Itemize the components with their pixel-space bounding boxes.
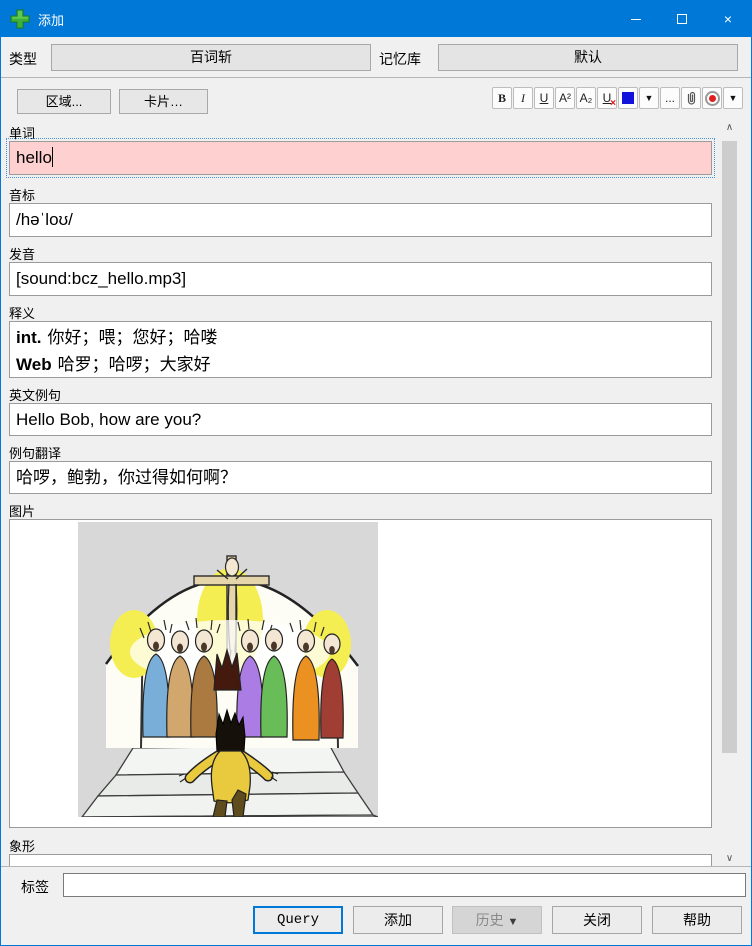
chevron-up-icon: ∧ — [726, 122, 733, 133]
attach-media-button[interactable] — [681, 87, 701, 109]
field-word-input[interactable]: hello — [9, 141, 712, 175]
scrollbar-thumb[interactable] — [722, 141, 737, 753]
fields-button[interactable]: 区域... — [17, 89, 111, 114]
history-button[interactable]: 历史 ▼ — [452, 906, 542, 934]
church-crowd-illustration — [78, 522, 378, 817]
tags-input[interactable] — [63, 873, 746, 897]
tools-row: 区域... 卡片… B I U A² A₂ U × ▼ ... ▼ — [1, 78, 751, 119]
tags-label: 标签 — [21, 877, 49, 897]
underline-button[interactable]: U — [534, 87, 554, 109]
titlebar: 添加 × — [1, 1, 751, 37]
media-dropdown-button[interactable]: ▼ — [723, 87, 743, 109]
add-note-dialog: 添加 × 类型 百词斩 记忆库 默认 区域... 卡片… B I U A² A₂… — [0, 0, 752, 946]
bottom-panel: 标签 Query 添加 历史 ▼ 关闭 帮助 — [1, 868, 751, 946]
record-icon — [705, 91, 720, 106]
window-title: 添加 — [38, 10, 64, 29]
field-meaning-input[interactable]: int. 你好；喂；您好；哈喽 Web 哈罗；哈啰；大家好 — [9, 321, 712, 378]
meaning-text-2: 哈罗；哈啰；大家好 — [58, 355, 211, 374]
clear-formatting-button[interactable]: U × — [597, 87, 617, 109]
pos-tag: int. — [16, 328, 42, 347]
field-translation-input[interactable]: 哈啰，鲍勃，你过得如何啊？ — [9, 461, 712, 494]
chevron-down-icon: ▼ — [508, 916, 519, 928]
selector-row: 类型 百词斩 记忆库 默认 — [1, 38, 751, 77]
note-fields-area: 单词 hello 音标 /həˈloʊ/ 发音 [sound:bcz_hello… — [1, 119, 751, 867]
bold-button[interactable]: B — [492, 87, 512, 109]
anki-plus-icon — [10, 9, 30, 29]
cards-button[interactable]: 卡片… — [119, 89, 208, 114]
deck-label: 记忆库 — [379, 49, 421, 69]
maximize-icon — [677, 14, 687, 24]
field-pictograph-input[interactable] — [9, 854, 712, 867]
query-button[interactable]: Query — [253, 906, 343, 934]
field-label-sound: 发音 — [9, 244, 35, 263]
color-picker-button[interactable]: ▼ — [639, 87, 659, 109]
text-cursor — [52, 147, 53, 167]
close-button[interactable]: × — [705, 1, 751, 37]
chevron-down-icon: ▼ — [645, 93, 654, 103]
field-example-input[interactable]: Hello Bob, how are you? — [9, 403, 712, 436]
vertical-scrollbar[interactable]: ∧ ∨ — [721, 119, 738, 867]
field-label-pictograph: 象形 — [9, 836, 35, 855]
note-type-label: 类型 — [9, 49, 37, 69]
add-button[interactable]: 添加 — [353, 906, 443, 934]
pos-tag: Web — [16, 355, 52, 374]
history-label: 历史 — [476, 912, 504, 928]
meaning-text-1: 你好；喂；您好；哈喽 — [48, 328, 218, 347]
field-picture-input[interactable] — [9, 519, 712, 828]
more-options-button[interactable]: ... — [660, 87, 680, 109]
chevron-down-icon: ∨ — [726, 853, 733, 864]
subscript-button[interactable]: A₂ — [576, 87, 596, 109]
maximize-button[interactable] — [659, 1, 705, 37]
scroll-up-button[interactable]: ∧ — [721, 119, 738, 136]
clear-formatting-x-icon: × — [610, 98, 616, 109]
field-label-example: 英文例句 — [9, 385, 61, 404]
close-icon: × — [724, 11, 732, 27]
note-type-selector[interactable]: 百词斩 — [51, 44, 371, 71]
record-audio-button[interactable] — [702, 87, 722, 109]
text-color-swatch-icon — [622, 92, 634, 104]
field-label-meaning: 释义 — [9, 303, 35, 322]
paperclip-icon — [685, 90, 698, 106]
field-label-picture: 图片 — [9, 501, 35, 520]
help-button[interactable]: 帮助 — [652, 906, 742, 934]
text-color-button[interactable] — [618, 87, 638, 109]
meaning-line-2: Web 哈罗；哈啰；大家好 — [16, 351, 711, 378]
field-sound-input[interactable]: [sound:bcz_hello.mp3] — [9, 262, 712, 296]
field-label-word: 单词 — [9, 123, 35, 142]
field-label-phonetic: 音标 — [9, 185, 35, 204]
field-label-translation: 例句翻译 — [9, 443, 61, 462]
meaning-line-1: int. 你好；喂；您好；哈喽 — [16, 324, 711, 351]
close-dialog-button[interactable]: 关闭 — [552, 906, 642, 934]
chevron-down-icon: ▼ — [729, 93, 738, 103]
field-word-value: hello — [16, 148, 52, 167]
field-phonetic-input[interactable]: /həˈloʊ/ — [9, 203, 712, 237]
minimize-button[interactable] — [613, 1, 659, 37]
deck-selector[interactable]: 默认 — [438, 44, 738, 71]
format-toolbar: B I U A² A₂ U × ▼ ... ▼ — [492, 87, 743, 109]
italic-button[interactable]: I — [513, 87, 533, 109]
minimize-icon — [631, 19, 641, 20]
scroll-down-button[interactable]: ∨ — [721, 850, 738, 867]
superscript-button[interactable]: A² — [555, 87, 575, 109]
